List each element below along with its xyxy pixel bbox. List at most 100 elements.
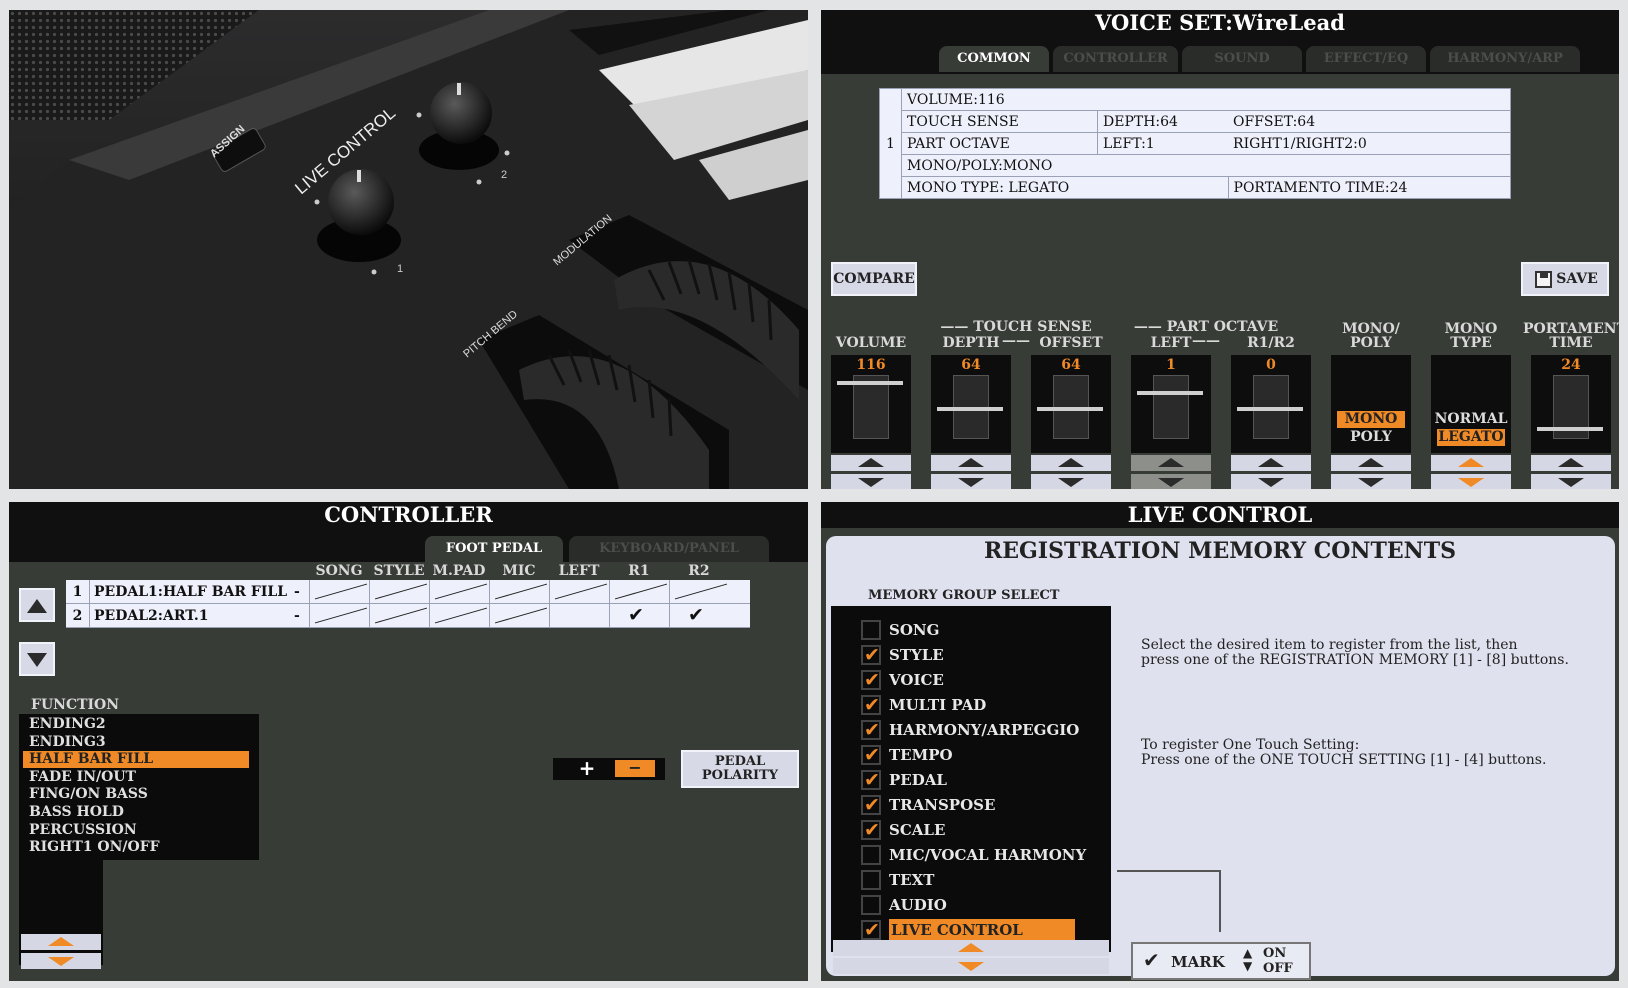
list-item[interactable]: LIVE CONTROL [889,919,1075,941]
column-depth[interactable]: 64 [931,355,1011,453]
list-item[interactable]: TEXT [889,869,934,891]
check-cell[interactable] [309,604,369,628]
scroll-up-button[interactable] [19,588,55,622]
list-item[interactable]: MULTI PAD [889,694,986,716]
decrease-button[interactable] [1331,474,1411,489]
column-mono-poly[interactable]: MONO POLY [1331,355,1411,453]
slider-handle[interactable] [1537,426,1603,431]
column-portament-time[interactable]: 24 [1531,355,1611,453]
tab-sound[interactable]: SOUND [1182,46,1302,72]
check-cell[interactable] [429,580,489,604]
increase-button[interactable] [831,455,911,471]
checkbox-tempo[interactable]: ✔ [861,744,881,766]
check-cell[interactable] [609,580,669,604]
slider-handle[interactable] [1137,391,1203,395]
function-item[interactable]: RIGHT1 ON/OFF [23,839,249,856]
tab-keyboard-panel[interactable]: KEYBOARD/PANEL [569,536,769,562]
increase-button[interactable] [1331,455,1411,471]
list-item[interactable]: TEMPO [889,744,953,766]
check-cell[interactable] [489,604,549,628]
list-item[interactable]: TRANSPOSE [889,794,995,816]
increase-button[interactable] [1531,455,1611,471]
decrease-button[interactable] [931,474,1011,489]
option-normal[interactable]: NORMAL [1431,411,1511,428]
checkbox-mic-vocal-harmony[interactable] [861,845,881,865]
list-item[interactable]: STYLE [889,644,944,666]
increase-button[interactable] [1431,455,1511,471]
check-cell[interactable] [309,580,369,604]
list-item[interactable]: MIC/VOCAL HARMONY [889,844,1086,866]
list-item[interactable]: PEDAL [889,769,947,791]
checkbox-live-control[interactable]: ✔ [861,919,881,941]
function-down-button[interactable] [21,953,101,969]
check-cell[interactable] [549,580,609,604]
decrease-button[interactable] [1431,474,1511,489]
check-cell[interactable] [549,604,609,628]
checkbox-song[interactable] [861,620,881,640]
tab-harmony-arp[interactable]: HARMONY/ARP [1430,46,1580,72]
compare-button[interactable]: COMPARE [831,262,917,296]
decrease-button[interactable] [1231,474,1311,489]
function-item[interactable]: PERCUSSION [23,822,249,839]
slider-handle[interactable] [1237,407,1303,411]
polarity-plus-button[interactable]: + [575,756,599,780]
check-cell[interactable] [429,604,489,628]
option-poly[interactable]: POLY [1331,429,1411,446]
function-up-button[interactable] [21,934,101,950]
increase-button[interactable] [1131,455,1211,471]
tab-effect-eq[interactable]: EFFECT/EQ [1306,46,1426,72]
tab-controller[interactable]: CONTROLLER [1053,46,1178,72]
function-item[interactable]: BASS HOLD [23,804,249,821]
pedal-polarity-button[interactable]: PEDAL POLARITY [681,750,799,788]
check-cell[interactable] [369,580,429,604]
decrease-button[interactable] [831,474,911,489]
save-button[interactable]: SAVE [1521,262,1609,296]
column-mono-type[interactable]: NORMAL LEGATO [1431,355,1511,453]
increase-button[interactable] [931,455,1011,471]
slider-handle[interactable] [937,407,1003,411]
tab-foot-pedal[interactable]: FOOT PEDAL [425,536,563,562]
list-item[interactable]: HARMONY/ARPEGGIO [889,719,1079,741]
checkbox-pedal[interactable]: ✔ [861,769,881,791]
checkbox-style[interactable]: ✔ [861,644,881,666]
list-item[interactable]: VOICE [889,669,944,691]
scroll-down-button[interactable] [19,642,55,676]
function-item[interactable]: ENDING3 [23,734,249,751]
increase-button[interactable] [1231,455,1311,471]
decrease-button[interactable] [1531,474,1611,489]
mark-on-off-button[interactable]: ✔ MARK ▲ ▼ ON OFF [1131,942,1311,980]
checkbox-transpose[interactable]: ✔ [861,794,881,816]
column-left[interactable]: 1 [1131,355,1211,453]
function-item[interactable]: HALF BAR FILL [23,751,249,769]
check-cell[interactable] [369,604,429,628]
function-item[interactable]: FING/ON BASS [23,786,249,803]
check-cell[interactable]: ✔ [669,604,729,628]
list-down-button[interactable] [833,958,1109,974]
column-r1-r2[interactable]: 0 [1231,355,1311,453]
checkbox-audio[interactable] [861,895,881,915]
checkbox-multi-pad[interactable]: ✔ [861,694,881,716]
check-cell[interactable] [489,580,549,604]
slider-handle[interactable] [1037,407,1103,411]
column-volume[interactable]: 116 [831,355,911,453]
list-item[interactable]: SONG [889,619,939,641]
decrease-button[interactable] [1131,474,1211,489]
function-item[interactable]: ENDING2 [23,716,249,733]
polarity-minus-button[interactable]: − [615,760,655,777]
decrease-button[interactable] [1031,474,1111,489]
checkbox-harmony-arpeggio[interactable]: ✔ [861,719,881,741]
checkbox-voice[interactable]: ✔ [861,669,881,691]
list-item[interactable]: SCALE [889,819,945,841]
slider-handle[interactable] [837,380,903,385]
tab-common[interactable]: COMMON [939,46,1049,72]
option-legato[interactable]: LEGATO [1437,429,1505,446]
list-up-button[interactable] [833,940,1109,956]
checkbox-scale[interactable]: ✔ [861,819,881,841]
list-item[interactable]: AUDIO [889,894,947,916]
option-mono[interactable]: MONO [1337,411,1405,428]
table-row[interactable]: 2 PEDAL2:ART.1 - ✔ ✔ [66,604,750,628]
increase-button[interactable] [1031,455,1111,471]
function-item[interactable]: FADE IN/OUT [23,769,249,786]
table-row[interactable]: 1 PEDAL1:HALF BAR FILL - [66,580,750,604]
checkbox-text[interactable] [861,870,881,890]
